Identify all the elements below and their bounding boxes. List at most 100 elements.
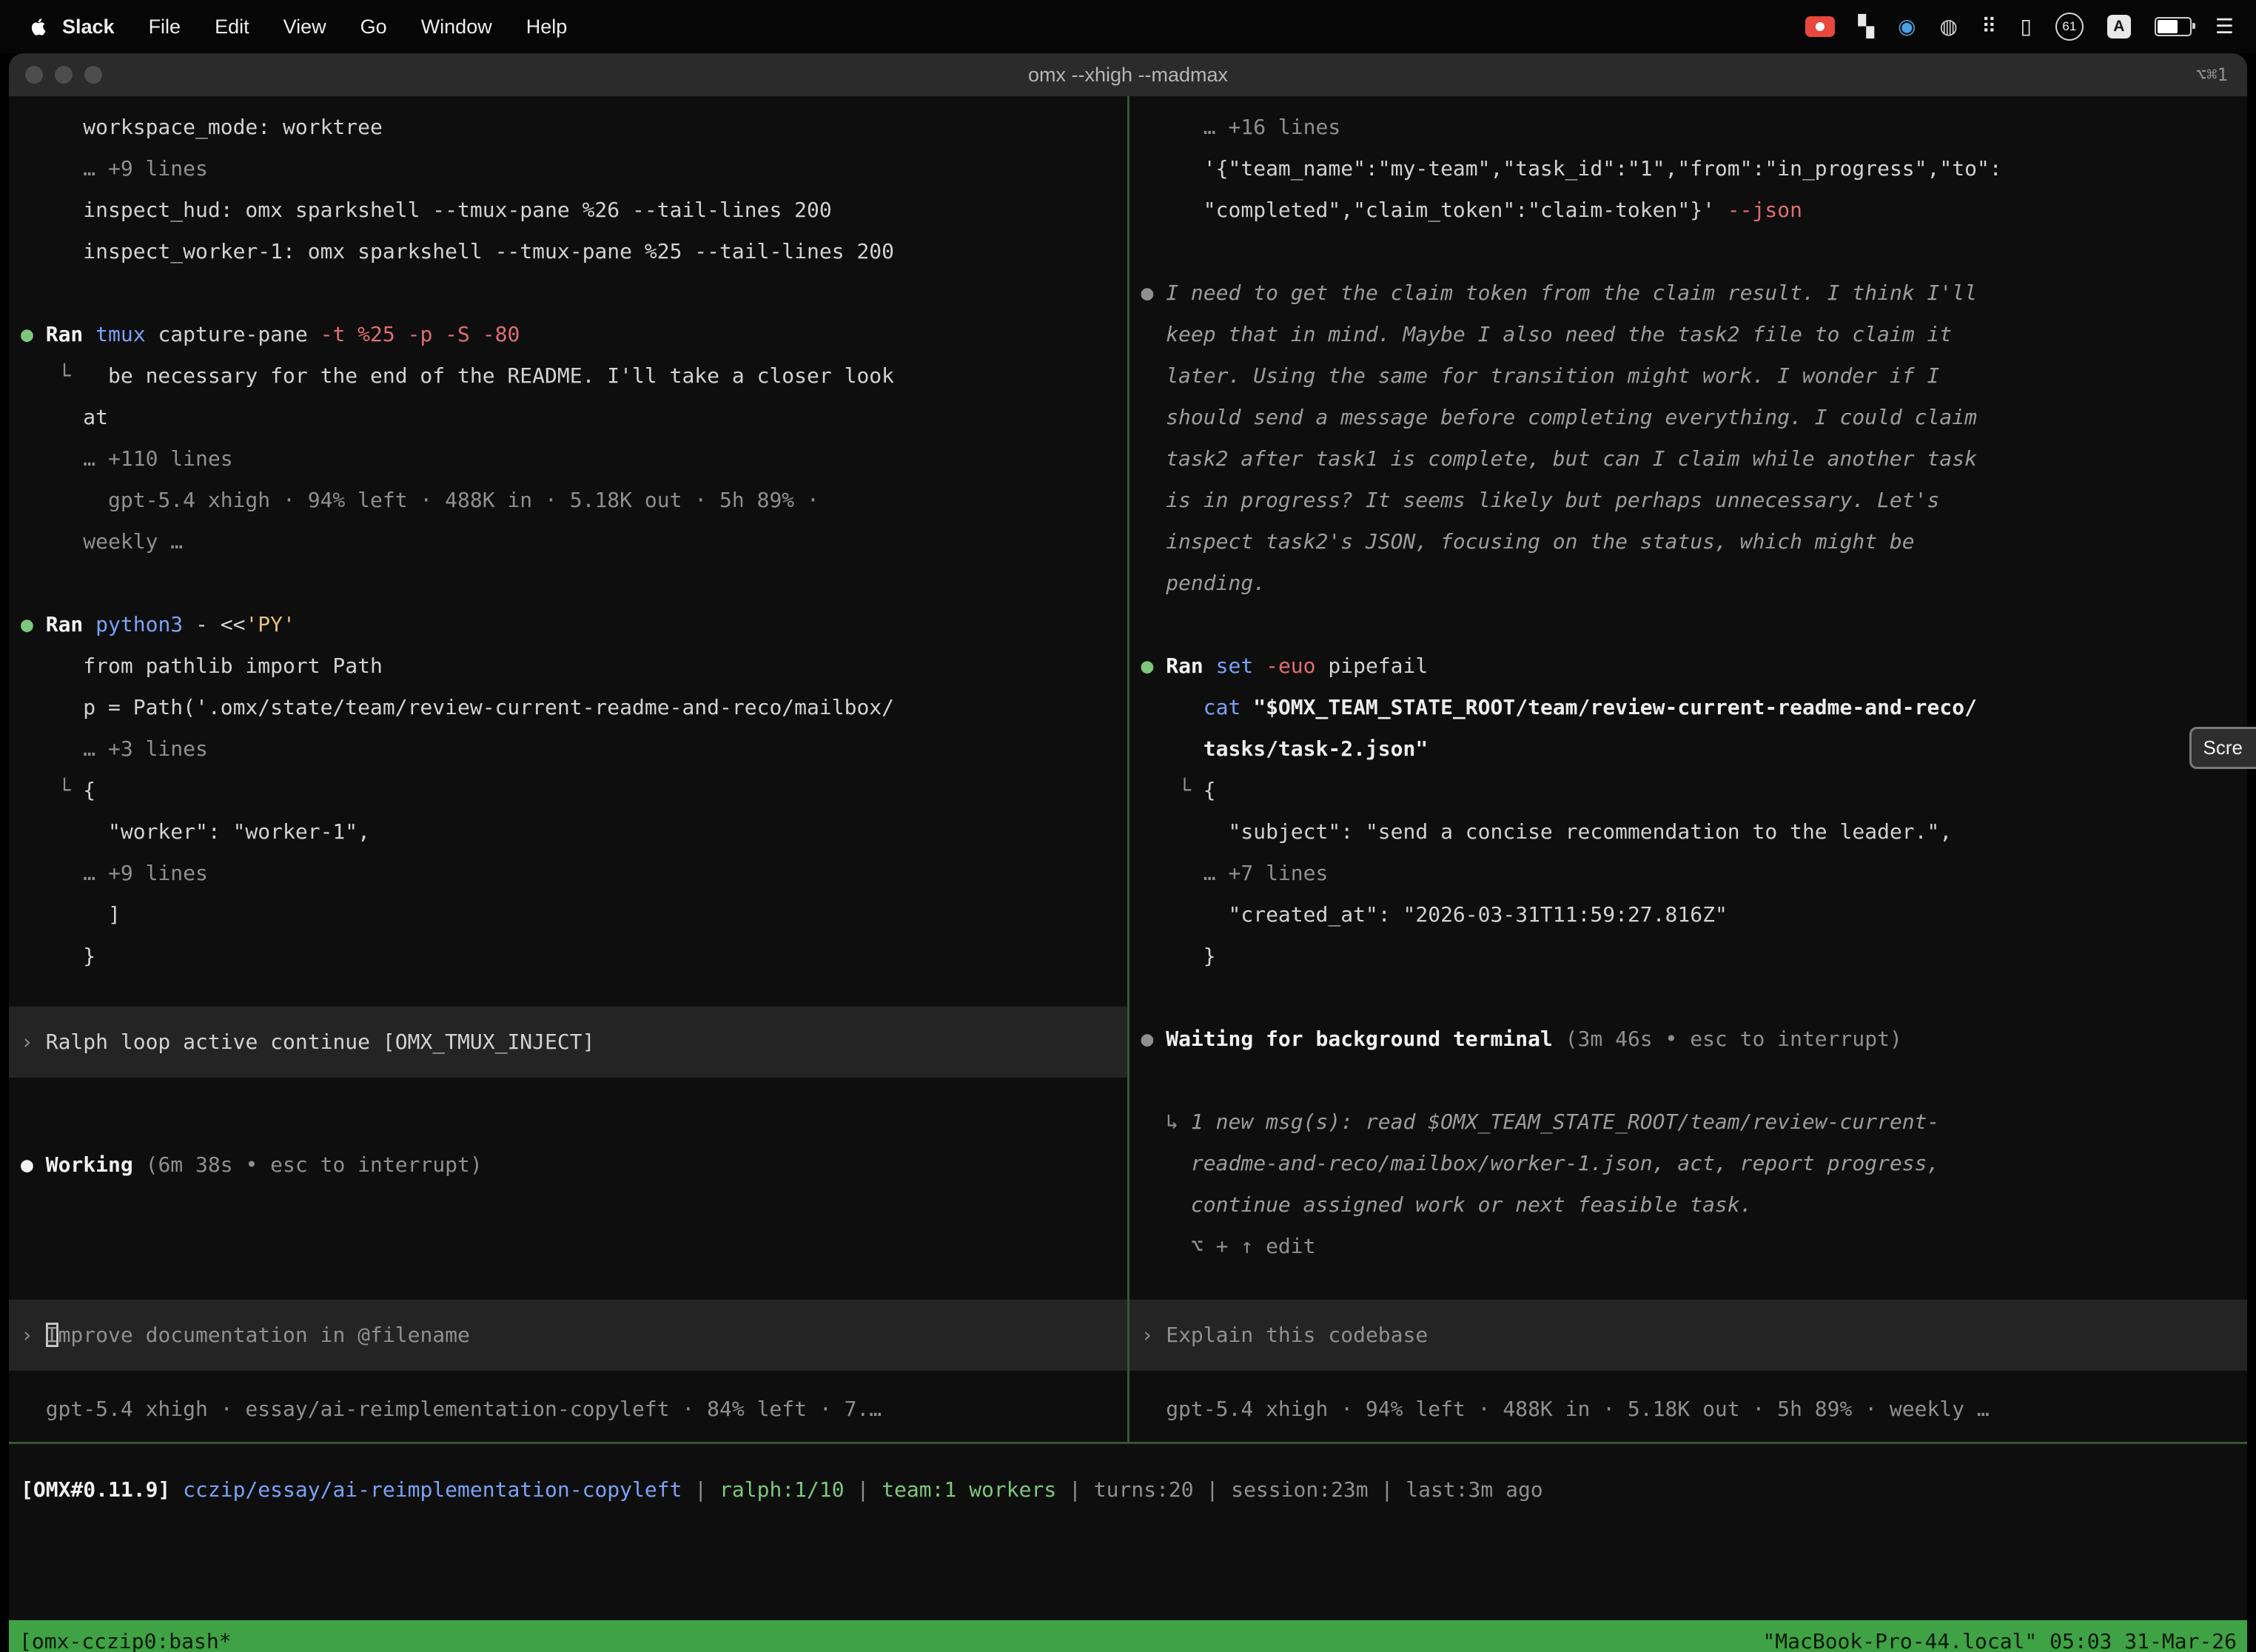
text-segment: ●: [1141, 654, 1166, 678]
right-pane-prompt-area: › Explain this codebase gpt-5.4 xhigh · 9…: [1129, 1300, 2248, 1442]
terminal-line: p = Path('.omx/state/team/review-current…: [9, 687, 1127, 728]
text-segment: tmux: [95, 322, 158, 346]
terminal-right-pane[interactable]: … +16 lines '{"team_name":"my-team","task…: [1129, 96, 2248, 1442]
text-segment: mprove documentation in @filename: [58, 1323, 470, 1347]
keyboard-grid-icon[interactable]: ▚: [1859, 16, 1875, 37]
text-segment: Ran: [46, 322, 95, 346]
tmux-status-bar: [omx-cczip0:bash* "MacBook-Pro-44.local"…: [9, 1620, 2247, 1652]
apple-menu[interactable]: [22, 16, 55, 38]
terminal-line: [9, 563, 1127, 604]
screen-recording-indicator[interactable]: [1805, 16, 1835, 37]
battery-percent-badge-icon[interactable]: 61: [2055, 13, 2084, 41]
input-source-icon[interactable]: A: [2107, 15, 2131, 38]
minimize-button[interactable]: [55, 66, 73, 84]
text-segment: p = Path('.omx/state/team/review-current…: [83, 695, 894, 719]
terminal-line: … +16 lines: [1129, 107, 2248, 148]
text-segment: }: [1203, 944, 1216, 968]
terminal-line: gpt-5.4 xhigh · 94% left · 488K in · 5.1…: [1129, 1389, 2248, 1430]
text-segment: ●: [1141, 1027, 1166, 1051]
menu-help[interactable]: Help: [526, 16, 568, 38]
terminal-line: └ be necessary for the end of the README…: [9, 355, 1127, 397]
prompt-suggestion[interactable]: › Explain this codebase: [1129, 1300, 2248, 1371]
terminal-line: inspect_worker-1: omx sparkshell --tmux-…: [9, 231, 1127, 272]
terminal-line: }: [1129, 936, 2248, 977]
text-segment: ›: [21, 1323, 46, 1347]
terminal-line: later. Using the same for transition mig…: [1129, 355, 2248, 397]
menu-window[interactable]: Window: [421, 16, 492, 38]
text-segment: '{"team_name":"my-team","task_id":"1","f…: [1203, 156, 2002, 181]
menu-go[interactable]: Go: [360, 16, 387, 38]
text-segment: ●: [21, 322, 46, 346]
text-segment: ]: [108, 902, 121, 927]
menu-lines-icon[interactable]: ☰: [2215, 16, 2234, 37]
dots-grid-icon[interactable]: ⠿: [1981, 16, 1997, 37]
prompt-suggestion[interactable]: › Ralph loop active continue [OMX_TMUX_I…: [9, 1007, 1127, 1078]
text-segment: Ran: [1166, 654, 1215, 678]
menu-edit[interactable]: Edit: [215, 16, 249, 38]
terminal-left-pane[interactable]: workspace_mode: worktree … +9 lines inspec…: [9, 96, 1127, 1442]
dark-app-icon[interactable]: ◍: [1940, 16, 1958, 37]
text-segment: └: [58, 363, 108, 388]
text-segment: |: [1056, 1477, 1094, 1502]
terminal-line: ● Waiting for background terminal (3m 46…: [1129, 1018, 2248, 1060]
text-segment: gpt-5.4 xhigh · essay/ai-reimplementatio…: [46, 1397, 882, 1421]
tmux-host-clock-label: "MacBook-Pro-44.local" 05:03 31-Mar-26: [1762, 1629, 2237, 1652]
text-segment: Ralph loop active continue [OMX_TMUX_INJ…: [46, 1030, 595, 1054]
menu-file[interactable]: File: [149, 16, 181, 38]
text-segment: Explain this codebase: [1166, 1323, 1428, 1347]
text-segment: {: [83, 778, 95, 802]
text-segment: ●: [21, 1152, 46, 1177]
close-button[interactable]: [25, 66, 43, 84]
terminal-line: ● Working (6m 38s • esc to interrupt): [9, 1144, 1127, 1186]
text-segment: -euo: [1266, 654, 1328, 678]
text-segment: readme-and-reco/mailbox/worker-1.json, a…: [1191, 1151, 1939, 1175]
text-segment: |: [1194, 1477, 1232, 1502]
text-segment: └: [1178, 778, 1203, 802]
text-segment: … +9 lines: [83, 861, 208, 885]
window-shortcut: ⌥⌘1: [2196, 64, 2228, 85]
text-segment: ›: [1141, 1323, 1166, 1347]
prompt-suggestion[interactable]: › Improve documentation in @filename: [9, 1300, 1127, 1371]
text-segment: session:23m: [1231, 1477, 1368, 1502]
text-segment: … +7 lines: [1203, 861, 1329, 885]
zoom-button[interactable]: [84, 66, 102, 84]
text-segment: gpt-5.4 xhigh · 94% left · 488K in · 5.1…: [108, 488, 819, 512]
text-segment: later. Using the same for transition mig…: [1166, 363, 1939, 388]
terminal-line: readme-and-reco/mailbox/worker-1.json, a…: [1129, 1143, 2248, 1184]
text-segment: Working: [46, 1152, 133, 1177]
text-segment: [OMX#0.11.9]: [21, 1477, 183, 1502]
text-segment: --json: [1728, 198, 1802, 222]
battery-icon[interactable]: [2155, 17, 2192, 36]
text-segment: (6m 38s • esc to interrupt): [133, 1152, 483, 1177]
blue-app-icon[interactable]: ◉: [1898, 16, 1916, 37]
text-segment: … +16 lines: [1203, 115, 1340, 139]
phone-mirroring-icon[interactable]: ▯: [2020, 16, 2031, 37]
terminal-line: }: [9, 936, 1127, 977]
terminal-line: inspect_hud: omx sparkshell --tmux-pane …: [9, 189, 1127, 231]
text-segment: (3m 46s • esc to interrupt): [1565, 1027, 1902, 1051]
terminal-line: ● I need to get the claim token from the…: [1129, 272, 2248, 314]
text-segment: inspect_hud: omx sparkshell --tmux-pane …: [83, 198, 831, 222]
terminal-line: is in progress? It seems likely but perh…: [1129, 480, 2248, 521]
text-segment: set: [1216, 654, 1266, 678]
macos-window: omx --xhigh --madmax ⌥⌘1 workspace_mode:…: [9, 53, 2247, 1652]
tmux-session-label: [omx-cczip0:bash*: [19, 1629, 232, 1652]
text-segment: Waiting for background terminal: [1166, 1027, 1565, 1051]
terminal-line: [1129, 1060, 2248, 1101]
menu-view[interactable]: View: [283, 16, 326, 38]
terminal-line: workspace_mode: worktree: [9, 107, 1127, 148]
text-segment: workspace_mode: worktree: [83, 115, 383, 139]
text-segment: should send a message before completing …: [1166, 405, 1977, 429]
hud-pane: [OMX#0.11.9] cczip/essay/ai-reimplementa…: [9, 1444, 2247, 1620]
menu-slack[interactable]: Slack: [62, 16, 115, 38]
text-segment: pipefail: [1328, 654, 1428, 678]
text-segment: task2 after task1 is complete, but can I…: [1166, 446, 1977, 471]
terminal-line: ● Ran python3 - <<'PY': [9, 604, 1127, 645]
text-segment: 1 new msg(s): read $OMX_TEAM_STATE_ROOT/…: [1191, 1109, 1939, 1134]
text-segment: pending.: [1166, 571, 1266, 595]
terminal-line: … +9 lines: [9, 853, 1127, 894]
text-segment: ●: [21, 612, 46, 637]
text-segment: |: [1369, 1477, 1406, 1502]
terminal-line: ● Ran set -euo pipefail: [1129, 645, 2248, 687]
right-pane-output: … +16 lines '{"team_name":"my-team","task…: [1129, 107, 2248, 1267]
